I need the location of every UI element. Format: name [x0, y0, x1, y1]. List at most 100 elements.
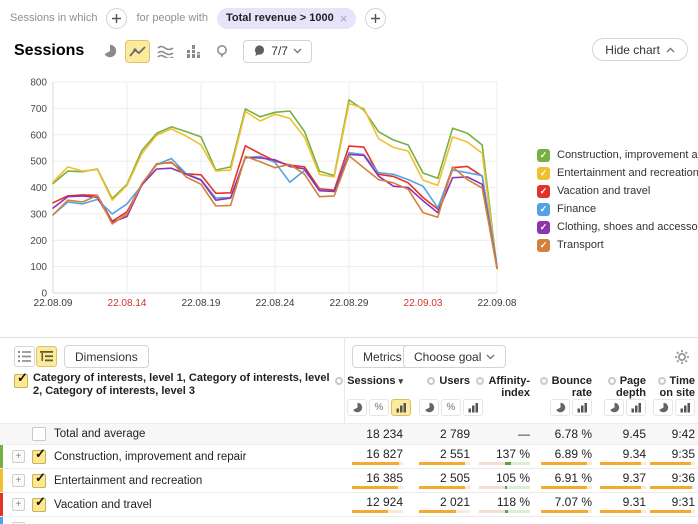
metric-bar: [419, 486, 470, 489]
chart-type-columns-button[interactable]: [181, 40, 206, 63]
cell-users: 2 021: [419, 495, 470, 509]
row-label[interactable]: Entertainment and recreation: [54, 469, 202, 493]
chevron-down-icon: [293, 48, 302, 54]
chart-legend: ✓Construction, improvement and repair✓En…: [537, 146, 698, 254]
column-header-time[interactable]: Timeon site: [626, 375, 695, 399]
add-people-condition-button[interactable]: [365, 8, 386, 29]
legend-item[interactable]: ✓Finance: [537, 200, 698, 218]
chart-type-stacked-button[interactable]: [153, 40, 178, 63]
chevron-up-icon: [666, 47, 675, 53]
add-session-condition-button[interactable]: [106, 8, 127, 29]
metric-bar: [352, 462, 403, 465]
columns-chart-icon: [186, 44, 201, 58]
display-toggles-time: [653, 399, 695, 416]
filter-conjunction-label: for people with: [136, 12, 208, 24]
pie-toggle-button[interactable]: [653, 399, 673, 416]
legend-checkbox[interactable]: ✓: [537, 221, 550, 234]
pie-toggle-button[interactable]: [347, 399, 367, 416]
cell-bounce: 6.91 %: [541, 471, 592, 485]
display-toggles-users: %: [419, 399, 483, 416]
row-color-strip: [0, 445, 3, 468]
table-row: +✓Vacation and travel12 9242 021118 %7.0…: [0, 492, 698, 516]
legend-label: Clothing, shoes and accessories: [557, 221, 698, 233]
metric-bar: [600, 510, 646, 513]
row-checkbox[interactable]: [32, 427, 46, 441]
x-axis-tick-label: 22.08.09: [34, 298, 73, 309]
gear-icon: [674, 349, 690, 365]
pie-toggle-button[interactable]: [550, 399, 570, 416]
y-axis-tick-label: 500: [30, 157, 47, 168]
legend-item[interactable]: ✓Entertainment and recreation: [537, 164, 698, 182]
legend-checkbox[interactable]: ✓: [537, 167, 550, 180]
list-view-icon: [17, 350, 32, 363]
row-checkbox[interactable]: ✓: [32, 450, 46, 464]
expand-row-button[interactable]: +: [12, 498, 25, 511]
cell-time: 9:36: [650, 471, 695, 485]
legend-checkbox[interactable]: ✓: [537, 203, 550, 216]
percent-toggle-icon: %: [447, 402, 456, 413]
affinity-bar: [479, 510, 530, 513]
x-axis-tick-label: 22.08.24: [256, 298, 295, 309]
bars-toggle-button[interactable]: [675, 399, 695, 416]
hide-chart-button[interactable]: Hide chart: [592, 38, 688, 61]
metric-ring-icon: [608, 377, 616, 385]
legend-item[interactable]: ✓Vacation and travel: [537, 182, 698, 200]
chart-type-map-button[interactable]: [209, 40, 234, 63]
chart-type-line-button[interactable]: [125, 40, 150, 63]
pie-toggle-button[interactable]: [419, 399, 439, 416]
bars-toggle-button[interactable]: [463, 399, 483, 416]
column-header-sessions[interactable]: Sessions▾: [328, 375, 403, 387]
y-axis-tick-label: 200: [30, 236, 47, 247]
dimension-select-all-checkbox[interactable]: ✓: [14, 374, 28, 388]
legend-checkbox[interactable]: ✓: [537, 239, 550, 252]
cell-time: 9:42: [650, 427, 695, 441]
legend-item[interactable]: ✓Transport: [537, 236, 698, 254]
cell-affinity: 118 %: [479, 495, 530, 509]
row-label[interactable]: Construction, improvement and repair: [54, 445, 246, 469]
view-list-button[interactable]: [14, 346, 35, 367]
stacked-lines-icon: [157, 44, 174, 58]
table-row: +✓Entertainment and recreation16 3852 50…: [0, 468, 698, 492]
bars-toggle-icon: [577, 402, 588, 413]
check-icon: ✓: [35, 471, 46, 484]
filter-chip[interactable]: Total revenue > 1000 ×: [217, 8, 356, 29]
cell-bounce: 6.89 %: [541, 447, 592, 461]
choose-goal-button[interactable]: Choose goal: [403, 345, 506, 368]
y-axis-tick-label: 800: [30, 78, 47, 89]
legend-item[interactable]: ✓Construction, improvement and repair: [537, 146, 698, 164]
legend-checkbox[interactable]: ✓: [537, 185, 550, 198]
bars-toggle-button[interactable]: [572, 399, 592, 416]
table-row: +✓Construction, improvement and repair16…: [0, 444, 698, 468]
plus-icon: [370, 13, 381, 24]
percent-toggle-button[interactable]: %: [369, 399, 389, 416]
row-label[interactable]: Vacation and travel: [54, 493, 152, 517]
legend-item[interactable]: ✓ Clothing, shoes and accessories: [537, 218, 698, 236]
check-icon: ✓: [35, 447, 46, 460]
row-checkbox[interactable]: ✓: [32, 498, 46, 512]
bars-toggle-button[interactable]: [626, 399, 646, 416]
chart-header: Sessions: [0, 38, 698, 64]
expand-row-button[interactable]: +: [12, 474, 25, 487]
metric-ring-icon: [658, 377, 666, 385]
bars-toggle-button[interactable]: [391, 399, 411, 416]
cell-sessions: 12 924: [352, 495, 403, 509]
annotations-dropdown[interactable]: 7/7: [243, 40, 312, 63]
metric-bar: [650, 486, 695, 489]
cell-affinity: —: [479, 427, 530, 441]
dimensions-button[interactable]: Dimensions: [64, 345, 149, 368]
x-axis-tick-label: 22.09.08: [478, 298, 517, 309]
cell-users: 2 505: [419, 471, 470, 485]
metric-bar: [600, 486, 646, 489]
metric-bar: [600, 462, 646, 465]
expand-row-button[interactable]: +: [12, 450, 25, 463]
row-checkbox[interactable]: ✓: [32, 474, 46, 488]
cell-page_depth: 9.45: [600, 427, 646, 441]
remove-filter-icon[interactable]: ×: [340, 12, 348, 25]
legend-checkbox[interactable]: ✓: [537, 149, 550, 162]
row-label[interactable]: Total and average: [54, 424, 145, 445]
settings-gear-icon[interactable]: [674, 349, 690, 370]
percent-toggle-button[interactable]: %: [441, 399, 461, 416]
chart-type-pie-button[interactable]: [97, 40, 122, 63]
view-tree-button[interactable]: [36, 346, 57, 367]
pie-toggle-button[interactable]: [604, 399, 624, 416]
